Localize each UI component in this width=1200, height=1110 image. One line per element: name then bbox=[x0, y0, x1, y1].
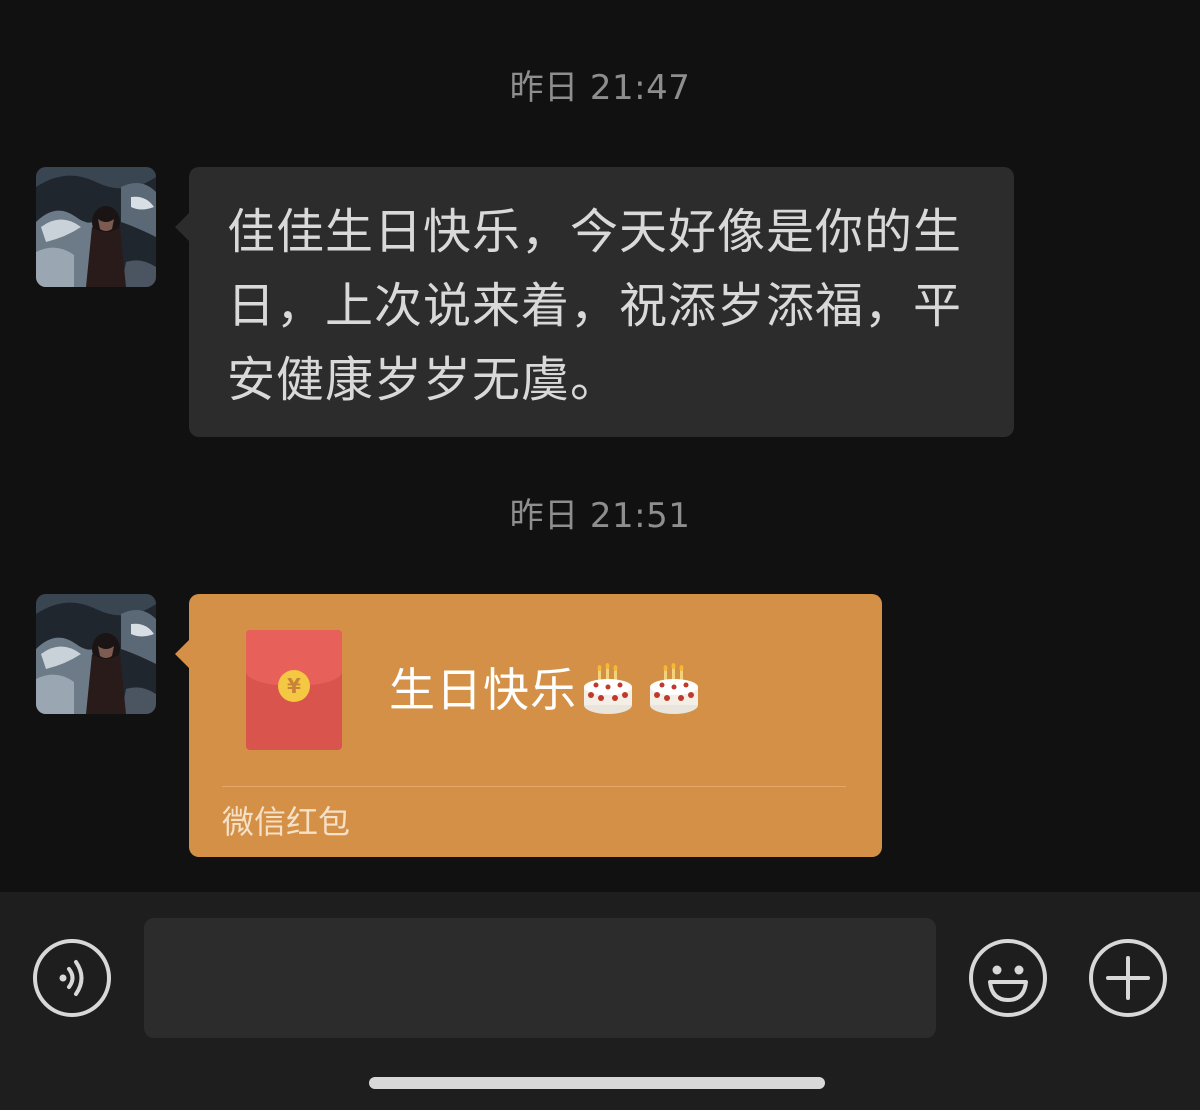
red-envelope-icon: ¥ bbox=[246, 630, 342, 750]
red-packet-footer: 微信红包 bbox=[222, 803, 351, 841]
red-packet-title: 生日快乐 bbox=[389, 663, 577, 717]
coin-icon: ¥ bbox=[278, 670, 310, 702]
voice-button[interactable] bbox=[32, 938, 112, 1018]
more-button[interactable] bbox=[1088, 938, 1168, 1018]
home-indicator[interactable] bbox=[369, 1077, 825, 1089]
message-text: 佳佳生日快乐，今天好像是你的生日，上次说来着，祝添岁添福，平安健康岁岁无虞。 bbox=[227, 204, 963, 408]
cake-emoji bbox=[584, 663, 632, 714]
emoji-button[interactable] bbox=[968, 938, 1048, 1018]
text-message-bubble[interactable]: 佳佳生日快乐，今天好像是你的生日，上次说来着，祝添岁添福，平安健康岁岁无虞。 bbox=[175, 167, 1014, 437]
avatar-photo bbox=[36, 594, 156, 714]
message-input[interactable] bbox=[144, 918, 936, 1038]
chat-area[interactable]: 昨日 21:47 佳佳生日快乐，今天好像是你的生日，上次说来着，祝添岁添福，平安… bbox=[0, 0, 1200, 892]
cake-emoji bbox=[650, 663, 698, 714]
sender-avatar[interactable] bbox=[36, 167, 156, 287]
red-packet-title-row: 生日快乐 bbox=[389, 662, 701, 718]
sender-avatar[interactable] bbox=[36, 594, 156, 714]
emoji-icon bbox=[969, 939, 1047, 1017]
red-packet-message[interactable]: ¥ 生日快乐 微信红包 bbox=[175, 594, 882, 857]
voice-icon bbox=[33, 939, 111, 1017]
message-timestamp: 昨日 21:47 bbox=[509, 68, 691, 108]
plus-icon bbox=[1089, 939, 1167, 1017]
divider bbox=[222, 786, 846, 787]
avatar-photo bbox=[36, 167, 156, 287]
message-timestamp: 昨日 21:51 bbox=[509, 496, 691, 536]
